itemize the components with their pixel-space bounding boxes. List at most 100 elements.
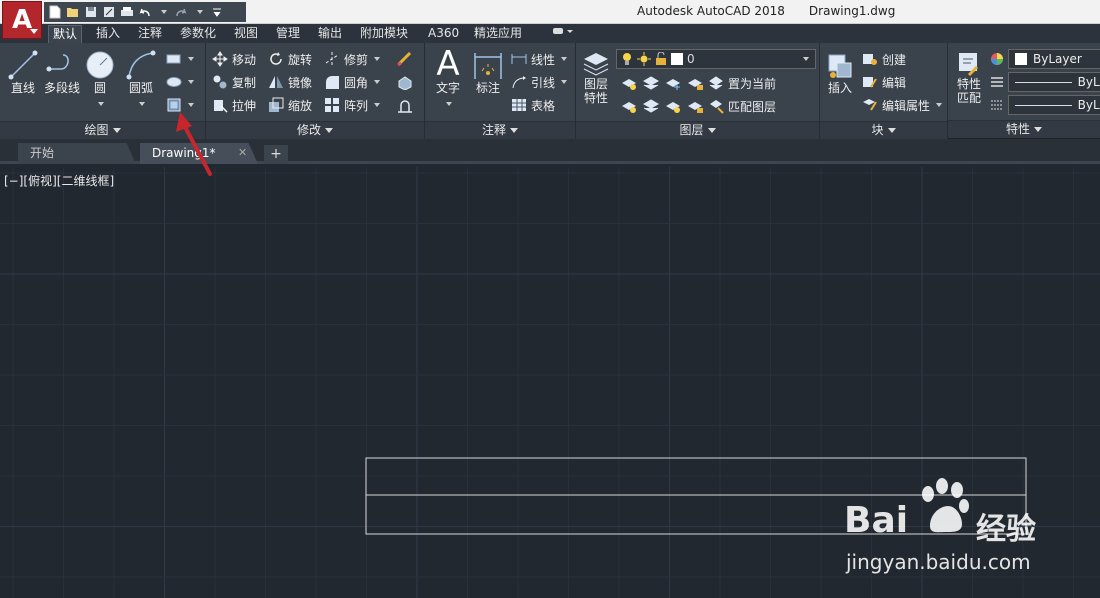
redo-icon[interactable]: [174, 5, 188, 19]
modify-panel-title[interactable]: 修改: [206, 121, 424, 139]
array-dropdown-icon[interactable]: [374, 103, 381, 107]
insert-block-button[interactable]: 插入: [822, 51, 858, 95]
linear-dropdown-icon[interactable]: [561, 57, 568, 61]
dimension-button[interactable]: 标注: [471, 49, 505, 95]
layers-panel-title[interactable]: 图层: [576, 121, 819, 139]
customize-qat-icon[interactable]: [210, 5, 224, 19]
explode-button[interactable]: [396, 72, 414, 92]
tab-drawing1[interactable]: Drawing1* ✕: [140, 143, 258, 164]
edit-attributes-button[interactable]: 编辑属性: [862, 95, 943, 115]
linetype-value: ByLa: [1077, 75, 1100, 89]
undo-dropdown-icon[interactable]: [156, 5, 170, 19]
tab-addins[interactable]: 附加模块: [356, 25, 412, 43]
layer-unisolate-icon[interactable]: [642, 98, 660, 114]
tab-manage[interactable]: 管理: [272, 25, 304, 43]
mirror-button[interactable]: 镜像: [268, 72, 312, 92]
copy-button[interactable]: 复制: [212, 72, 256, 92]
match-layer-button[interactable]: 匹配图层: [728, 98, 776, 115]
annotation-panel-title[interactable]: 注释: [425, 121, 575, 139]
erase-button[interactable]: [396, 49, 414, 69]
layer-tools-row-1: 置为当前: [620, 73, 776, 93]
text-button[interactable]: A 文字: [431, 47, 465, 109]
layer-unlock-icon[interactable]: [686, 98, 704, 114]
leader-dropdown-icon[interactable]: [561, 80, 568, 84]
new-tab-button[interactable]: +: [264, 145, 288, 164]
rectangle-button[interactable]: [166, 49, 194, 69]
trim-dropdown-icon[interactable]: [374, 57, 381, 61]
scale-button[interactable]: 缩放: [268, 95, 312, 115]
tab-start[interactable]: 开始: [18, 143, 136, 164]
edit-attributes-dropdown-icon[interactable]: [936, 103, 943, 107]
arc-dropdown-icon[interactable]: [139, 102, 145, 106]
hatch-button[interactable]: [166, 72, 194, 92]
tab-a360[interactable]: A360: [424, 25, 463, 43]
circle-button[interactable]: 圆: [84, 49, 116, 109]
text-icon: A: [436, 44, 460, 84]
fillet-button[interactable]: 圆角: [324, 72, 381, 92]
ellipse-dropdown-icon[interactable]: [188, 80, 194, 84]
layer-properties-button[interactable]: 图层 特性: [580, 51, 612, 105]
tab-insert[interactable]: 插入: [92, 25, 124, 43]
tab-output[interactable]: 输出: [314, 25, 346, 43]
table-button[interactable]: 表格: [511, 95, 555, 115]
color-dropdown[interactable]: ByLayer: [1008, 49, 1100, 69]
rectangle-dropdown-icon[interactable]: [188, 57, 194, 61]
print-icon[interactable]: [120, 5, 134, 19]
array-button[interactable]: 阵列: [324, 95, 381, 115]
match-properties-button[interactable]: 特性 匹配: [950, 51, 988, 105]
layer-freeze-icon[interactable]: [664, 75, 682, 91]
tab-featured-apps[interactable]: 精选应用: [470, 25, 526, 43]
line-button[interactable]: 直线: [6, 49, 40, 95]
layer-off-icon[interactable]: [620, 75, 638, 91]
dimension-icon: [474, 53, 502, 79]
open-file-icon[interactable]: [66, 5, 80, 19]
save-icon[interactable]: [84, 5, 98, 19]
trim-button[interactable]: 修剪: [324, 49, 381, 69]
layer-on-icon[interactable]: [620, 98, 638, 114]
boundary-dropdown-icon[interactable]: [188, 103, 194, 107]
offset-icon: [398, 100, 412, 113]
layer-thaw-icon[interactable]: [664, 98, 682, 114]
stretch-button[interactable]: 拉伸: [212, 95, 256, 115]
arc-label: 圆弧: [128, 81, 153, 95]
tab-view[interactable]: 视图: [230, 25, 262, 43]
ribbon-minimize-button[interactable]: [548, 25, 578, 43]
circle-dropdown-icon[interactable]: [98, 102, 104, 106]
leader-icon: [512, 76, 526, 89]
properties-panel-title[interactable]: 特性: [948, 120, 1100, 138]
move-label: 移动: [232, 52, 257, 67]
viewport-controls-label[interactable]: [−][俯视][二维线框]: [4, 172, 114, 189]
layer-lock-icon[interactable]: [686, 75, 704, 91]
save-as-icon[interactable]: [102, 5, 116, 19]
undo-icon[interactable]: [138, 5, 152, 19]
trim-label: 修剪: [344, 52, 369, 67]
set-current-button[interactable]: 置为当前: [728, 75, 776, 92]
match-properties-icon: [959, 53, 979, 77]
layer-dropdown[interactable]: 0: [616, 49, 816, 69]
rotate-button[interactable]: 旋转: [268, 49, 312, 69]
tab-parametric[interactable]: 参数化: [176, 25, 220, 43]
linear-dimension-button[interactable]: 线性: [511, 49, 568, 69]
boundary-button[interactable]: [166, 95, 194, 115]
create-block-button[interactable]: 创建: [862, 49, 906, 69]
linetype-dropdown[interactable]: ByLa: [1008, 72, 1100, 92]
polyline-button[interactable]: 多段线: [42, 49, 82, 95]
fillet-dropdown-icon[interactable]: [374, 80, 381, 84]
offset-button[interactable]: [396, 95, 414, 115]
draw-panel-title[interactable]: 绘图: [0, 121, 205, 139]
application-menu-button[interactable]: A: [2, 1, 42, 39]
tab-home[interactable]: 默认: [48, 25, 83, 43]
tab-annotate[interactable]: 注释: [134, 25, 166, 43]
lineweight-dropdown[interactable]: ByLa: [1008, 95, 1100, 115]
block-panel-title[interactable]: 块: [820, 121, 947, 139]
line-label: 直线: [10, 81, 35, 95]
edit-block-button[interactable]: 编辑: [862, 72, 906, 92]
close-icon[interactable]: ✕: [238, 143, 247, 163]
layer-isolate-icon[interactable]: [642, 75, 660, 91]
move-button[interactable]: 移动: [212, 49, 256, 69]
new-file-icon[interactable]: [48, 5, 62, 19]
leader-button[interactable]: 引线: [511, 72, 568, 92]
arc-button[interactable]: 圆弧: [122, 49, 160, 109]
redo-dropdown-icon[interactable]: [192, 5, 206, 19]
text-dropdown-icon[interactable]: [446, 102, 452, 106]
